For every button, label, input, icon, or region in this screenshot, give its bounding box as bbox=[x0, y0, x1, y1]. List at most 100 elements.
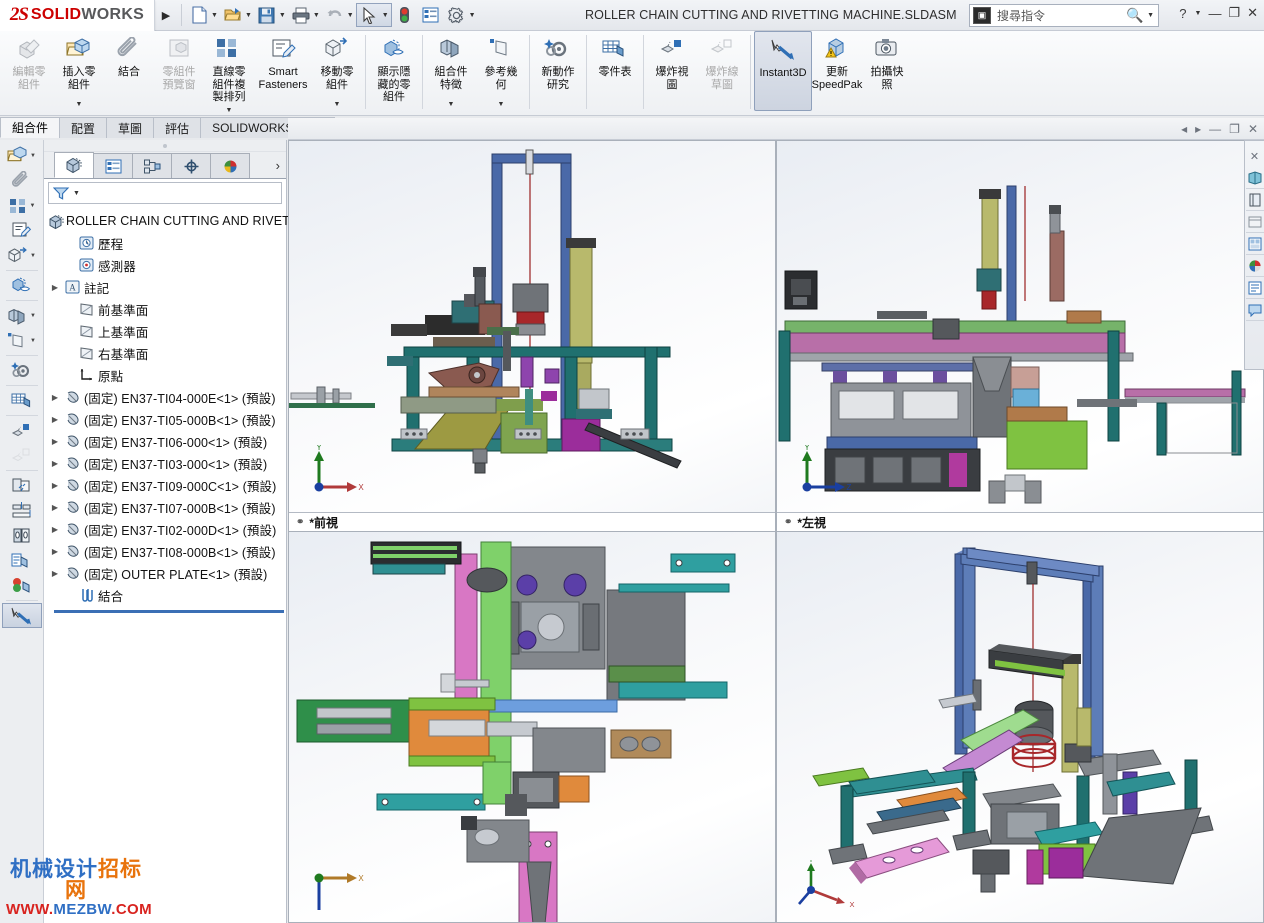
rail-clearance-verification[interactable] bbox=[2, 498, 42, 523]
rail-linear-pattern[interactable]: ▼ bbox=[2, 193, 42, 218]
search-icon[interactable]: 🔍 bbox=[1124, 7, 1146, 24]
ribbon-bill-of-materials[interactable]: 零件表 bbox=[590, 31, 640, 111]
chevron-down-icon[interactable]: ▼ bbox=[76, 98, 83, 112]
ribbon-component-preview[interactable]: 零組件 預覽窗 bbox=[154, 31, 204, 111]
chevron-down-icon[interactable]: ▼ bbox=[211, 12, 218, 19]
ribbon-take-snapshot[interactable]: 拍攝快 照 bbox=[862, 31, 912, 111]
tree-item-annotations[interactable]: ▶ A 註記 bbox=[48, 276, 286, 298]
tree-item-component[interactable]: ▶ (固定) EN37-TI09-000C<1> (預設) bbox=[48, 474, 286, 496]
chevron-down-icon[interactable]: ▼ bbox=[30, 253, 36, 259]
minimize-button[interactable]: — bbox=[1208, 6, 1221, 21]
chevron-down-icon[interactable]: ▼ bbox=[1195, 10, 1202, 17]
solidworks-forum-icon[interactable] bbox=[1245, 299, 1264, 321]
file-explorer-icon[interactable] bbox=[1245, 211, 1264, 233]
select-tool-button[interactable]: ▼ bbox=[355, 3, 392, 27]
ribbon-explode-line-sketch[interactable]: 爆炸線 草圖 bbox=[697, 31, 747, 111]
minimize-document-button[interactable]: — bbox=[1209, 122, 1221, 136]
new-document-button[interactable]: ▼ bbox=[186, 2, 220, 28]
chevron-down-icon[interactable]: ▼ bbox=[245, 12, 252, 19]
ribbon-move-component[interactable]: 移動零 組件 ▼ bbox=[312, 31, 362, 111]
rail-instant3d[interactable] bbox=[1, 603, 42, 628]
ribbon-instant3d[interactable]: Instant3D bbox=[754, 31, 812, 111]
previous-pane-button[interactable]: ◂ bbox=[1181, 122, 1187, 136]
tree-item-component[interactable]: ▶ (固定) EN37-TI06-000<1> (預設) bbox=[48, 430, 286, 452]
rail-interference-detection[interactable] bbox=[2, 473, 42, 498]
chevron-down-icon[interactable]: ▼ bbox=[448, 98, 455, 112]
tree-item-component[interactable]: ▶ (固定) EN37-TI08-000B<1> (預設) bbox=[48, 540, 286, 562]
chevron-down-icon[interactable]: ▼ bbox=[279, 12, 286, 19]
rail-performance-evaluation[interactable] bbox=[2, 573, 42, 598]
close-button[interactable]: ✕ bbox=[1247, 5, 1258, 21]
tree-item-right-plane[interactable]: 右基準面 bbox=[48, 342, 286, 364]
tab-sketch[interactable]: 草圖 bbox=[106, 117, 155, 138]
undo-button[interactable]: ▼ bbox=[322, 2, 356, 28]
chevron-down-icon[interactable]: ▼ bbox=[73, 190, 80, 197]
custom-properties-icon[interactable] bbox=[1245, 277, 1264, 299]
rail-bill-of-materials[interactable] bbox=[2, 388, 42, 413]
ribbon-insert-component[interactable]: 插入零 組件 ▼ bbox=[54, 31, 104, 111]
tree-expander[interactable]: ▶ bbox=[48, 415, 62, 424]
tab-layout[interactable]: 配置 bbox=[59, 117, 108, 138]
tab-assembly[interactable]: 組合件 bbox=[0, 117, 61, 138]
ribbon-show-hidden-components[interactable]: 顯示隱 藏的零 組件 bbox=[369, 31, 419, 111]
tree-item-history[interactable]: 歷程 bbox=[48, 232, 286, 254]
rail-assembly-visualization[interactable] bbox=[2, 548, 42, 573]
panel-resize-grip[interactable] bbox=[44, 140, 286, 152]
ribbon-exploded-view[interactable]: 爆炸視 圖 bbox=[647, 31, 697, 111]
tree-item-component[interactable]: ▶ (固定) EN37-TI04-000E<1> (預設) bbox=[48, 386, 286, 408]
tree-expander[interactable]: ▶ bbox=[48, 503, 62, 512]
tree-item-front-plane[interactable]: 前基準面 bbox=[48, 298, 286, 320]
chevron-down-icon[interactable]: ▼ bbox=[347, 12, 354, 19]
chevron-down-icon[interactable]: ▼ bbox=[226, 104, 233, 118]
tree-item-component[interactable]: ▶ (固定) EN37-TI02-000D<1> (預設) bbox=[48, 518, 286, 540]
tree-filter-bar[interactable]: ▼ bbox=[48, 182, 282, 204]
ribbon-edit-component[interactable]: 編輯零 組件 bbox=[4, 31, 54, 111]
rail-hole-alignment[interactable] bbox=[2, 523, 42, 548]
display-options-button[interactable] bbox=[418, 2, 444, 28]
close-document-button[interactable]: ✕ bbox=[1248, 122, 1258, 136]
front-view-pane[interactable]: Y X ⚭ *前視 bbox=[288, 140, 776, 532]
feature-manager-tab[interactable] bbox=[54, 152, 94, 178]
display-manager-tab[interactable] bbox=[210, 153, 250, 178]
next-pane-button[interactable]: ▸ bbox=[1195, 122, 1201, 136]
tree-item-component[interactable]: ▶ (固定) EN37-TI05-000B<1> (預設) bbox=[48, 408, 286, 430]
solidworks-resources-icon[interactable] bbox=[1245, 167, 1264, 189]
ribbon-mate[interactable]: 結合 bbox=[104, 31, 154, 111]
options-button[interactable]: ▼ bbox=[444, 2, 478, 28]
ribbon-reference-geometry[interactable]: 參考幾 何 ▼ bbox=[476, 31, 526, 111]
tree-expander[interactable]: ▶ bbox=[48, 393, 62, 402]
chevron-down-icon[interactable]: ▼ bbox=[30, 153, 36, 159]
top-view-pane[interactable]: X bbox=[288, 531, 776, 923]
tree-item-component[interactable]: ▶ (固定) OUTER PLATE<1> (預設) bbox=[48, 562, 286, 584]
chevron-down-icon[interactable]: ▼ bbox=[334, 98, 341, 112]
help-button[interactable]: ? bbox=[1179, 6, 1186, 21]
ribbon-new-motion-study[interactable]: 新動作 研究 bbox=[533, 31, 583, 111]
rail-assembly-feature[interactable]: ▼ bbox=[2, 303, 42, 328]
restore-button[interactable]: ❐ bbox=[1228, 5, 1240, 21]
print-document-button[interactable]: ▼ bbox=[288, 2, 322, 28]
tree-item-component[interactable]: ▶ (固定) EN37-TI07-000B<1> (預設) bbox=[48, 496, 286, 518]
rail-smart-fasteners[interactable] bbox=[2, 218, 42, 243]
dimxpert-manager-tab[interactable] bbox=[171, 153, 211, 178]
tab-evaluate[interactable]: 評估 bbox=[153, 117, 202, 138]
save-document-button[interactable]: ▼ bbox=[254, 2, 288, 28]
tree-expander[interactable]: ▶ bbox=[48, 569, 62, 578]
more-tabs-arrow-icon[interactable]: › bbox=[276, 158, 286, 173]
design-library-icon[interactable] bbox=[1245, 189, 1264, 211]
tree-item-mates[interactable]: 結合 bbox=[48, 584, 286, 606]
tree-item-component[interactable]: ▶ (固定) EN37-TI03-000<1> (預設) bbox=[48, 452, 286, 474]
chevron-down-icon[interactable]: ▼ bbox=[469, 12, 476, 19]
task-pane-close-button[interactable]: ✕ bbox=[1246, 145, 1264, 167]
chevron-down-icon[interactable]: ▼ bbox=[313, 12, 320, 19]
chevron-down-icon[interactable]: ▼ bbox=[382, 12, 389, 19]
tree-expander[interactable]: ▶ bbox=[48, 547, 62, 556]
chevron-down-icon[interactable]: ▼ bbox=[30, 313, 36, 319]
open-document-button[interactable]: ▼ bbox=[220, 2, 254, 28]
tree-expander[interactable]: ▶ bbox=[48, 459, 62, 468]
rail-exploded-view[interactable] bbox=[2, 418, 42, 443]
menu-expand-arrow-icon[interactable]: ▶ bbox=[155, 9, 177, 22]
ribbon-assembly-feature[interactable]: 組合件 特徵 ▼ bbox=[426, 31, 476, 111]
left-view-pane[interactable]: Y Z ⚭ *左視 bbox=[776, 140, 1264, 532]
tree-expander[interactable]: ▶ bbox=[48, 481, 62, 490]
rail-reference-geometry[interactable]: ▼ bbox=[2, 328, 42, 353]
